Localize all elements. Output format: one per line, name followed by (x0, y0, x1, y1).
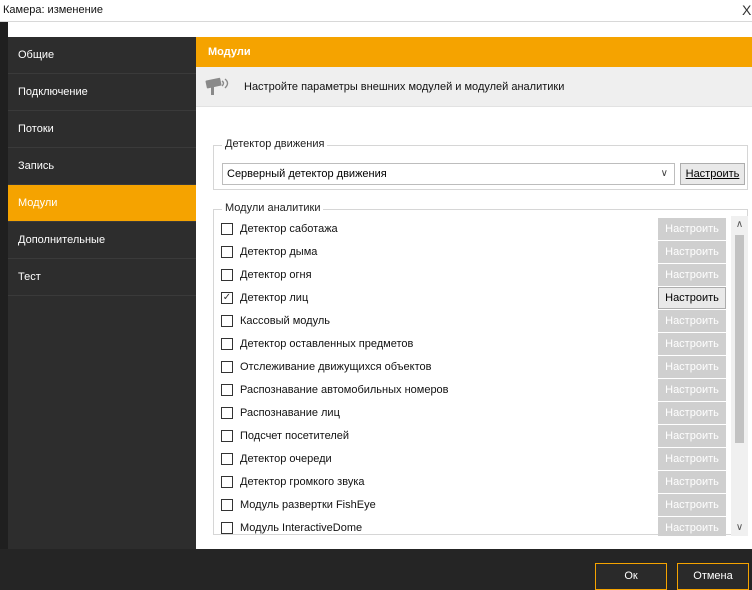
module-checkbox[interactable] (221, 315, 233, 327)
motion-detector-group-label: Детектор движения (222, 138, 328, 150)
module-configure-button[interactable]: Настроить (658, 218, 726, 240)
sidebar-item-test[interactable]: Тест (8, 259, 196, 296)
module-checkbox[interactable] (221, 430, 233, 442)
analytics-group: Модули аналитики Детектор саботажа Настр… (213, 202, 748, 536)
motion-detector-selected-value: Серверный детектор движения (227, 168, 387, 180)
module-label: Распознавание лиц (240, 407, 340, 419)
list-item: Детектор очереди Настроить (214, 448, 734, 470)
module-label: Детектор саботажа (240, 223, 338, 235)
module-label: Модуль InteractiveDome (240, 522, 363, 534)
module-checkbox[interactable] (221, 338, 233, 350)
sidebar-item-connection[interactable]: Подключение (8, 74, 196, 111)
module-checkbox[interactable] (221, 522, 233, 534)
module-configure-button[interactable]: Настроить (658, 333, 726, 355)
sidebar-item-recording[interactable]: Запись (8, 148, 196, 185)
dialog-footer: Ок Отмена (0, 549, 752, 590)
list-item: Детектор огня Настроить (214, 264, 734, 286)
module-label: Детектор оставленных предметов (240, 338, 414, 350)
module-label: Распознавание автомобильных номеров (240, 384, 449, 396)
title-bar: Камера: изменение X (0, 0, 752, 22)
module-configure-button[interactable]: Настроить (658, 494, 726, 516)
window-title: Камера: изменение (3, 4, 103, 16)
module-configure-button[interactable]: Настроить (658, 425, 726, 447)
module-configure-button[interactable]: Настроить (658, 310, 726, 332)
list-item: Распознавание лиц Настроить (214, 402, 734, 424)
list-item: Детектор саботажа Настроить (214, 218, 734, 240)
module-configure-button[interactable]: Настроить (658, 264, 726, 286)
module-checkbox[interactable] (221, 246, 233, 258)
module-configure-button[interactable]: Настроить (658, 241, 726, 263)
module-label: Подсчет посетителей (240, 430, 350, 442)
module-configure-button[interactable]: Настроить (658, 356, 726, 378)
list-item: Подсчет посетителей Настроить (214, 425, 734, 447)
module-checkbox[interactable] (221, 476, 233, 488)
camera-icon (205, 77, 229, 95)
scrollbar-thumb[interactable] (735, 235, 744, 443)
module-checkbox[interactable] (221, 269, 233, 281)
list-item: Детектор оставленных предметов Настроить (214, 333, 734, 355)
module-label: Детектор громкого звука (240, 476, 365, 488)
module-checkbox[interactable] (221, 453, 233, 465)
module-configure-button[interactable]: Настроить (658, 402, 726, 424)
module-label: Модуль развертки FishEye (240, 499, 376, 511)
analytics-group-label: Модули аналитики (222, 202, 324, 214)
configure-button-label: Настроить (685, 168, 740, 180)
motion-detector-group: Детектор движения Серверный детектор дви… (213, 138, 748, 190)
list-item: Кассовый модуль Настроить (214, 310, 734, 332)
module-checkbox-checked[interactable]: ✓ (221, 292, 233, 304)
module-configure-button[interactable]: Настроить (658, 379, 726, 401)
cancel-button[interactable]: Отмена (677, 563, 749, 590)
module-configure-button[interactable]: Настроить (658, 448, 726, 470)
chevron-up-icon[interactable]: ∧ (731, 216, 748, 233)
list-item: Модуль развертки FishEye Настроить (214, 494, 734, 516)
module-label: Детектор огня (240, 269, 312, 281)
content-panel: Модули Настройте параметры внешних модул… (196, 37, 752, 549)
module-label: Отслеживание движущихся объектов (240, 361, 432, 373)
module-checkbox[interactable] (221, 499, 233, 511)
module-checkbox[interactable] (221, 223, 233, 235)
motion-detector-select[interactable]: Серверный детектор движения ∨ (222, 163, 675, 185)
module-label: Кассовый модуль (240, 315, 330, 327)
module-label: Детектор дыма (240, 246, 318, 258)
module-configure-button[interactable]: Настроить (658, 287, 726, 309)
close-icon[interactable]: X (742, 2, 752, 18)
module-label: Детектор лиц (240, 292, 309, 304)
analytics-scrollbar[interactable]: ∧ ∨ (731, 216, 748, 536)
sidebar-item-general[interactable]: Общие (8, 37, 196, 74)
sidebar-item-additional[interactable]: Дополнительные (8, 222, 196, 259)
list-item: Распознавание автомобильных номеров Наст… (214, 379, 734, 401)
window-left-edge (0, 22, 8, 590)
list-item: Детектор громкого звука Настроить (214, 471, 734, 493)
module-label: Детектор очереди (240, 453, 332, 465)
module-checkbox[interactable] (221, 361, 233, 373)
list-item: Модуль InteractiveDome Настроить (214, 517, 734, 536)
sidebar-item-streams[interactable]: Потоки (8, 111, 196, 148)
sidebar-item-modules[interactable]: Модули (8, 185, 196, 222)
section-description-text: Настройте параметры внешних модулей и мо… (244, 81, 565, 93)
section-title: Модули (196, 37, 752, 67)
analytics-module-list: Детектор саботажа Настроить Детектор дым… (214, 218, 752, 536)
list-item: Отслеживание движущихся объектов Настрои… (214, 356, 734, 378)
ok-button[interactable]: Ок (595, 563, 667, 590)
list-item: ✓ Детектор лиц Настроить (214, 287, 734, 309)
module-configure-button[interactable]: Настроить (658, 471, 726, 493)
header-spacer (8, 22, 752, 37)
motion-detector-configure-button[interactable]: Настроить (680, 163, 745, 185)
module-checkbox[interactable] (221, 407, 233, 419)
sidebar: Общие Подключение Потоки Запись Модули Д… (8, 37, 196, 549)
module-checkbox[interactable] (221, 384, 233, 396)
module-configure-button[interactable]: Настроить (658, 517, 726, 536)
section-description: Настройте параметры внешних модулей и мо… (196, 67, 752, 107)
chevron-down-icon[interactable]: ∨ (661, 168, 668, 179)
list-item: Детектор дыма Настроить (214, 241, 734, 263)
chevron-down-icon[interactable]: ∨ (731, 519, 748, 536)
